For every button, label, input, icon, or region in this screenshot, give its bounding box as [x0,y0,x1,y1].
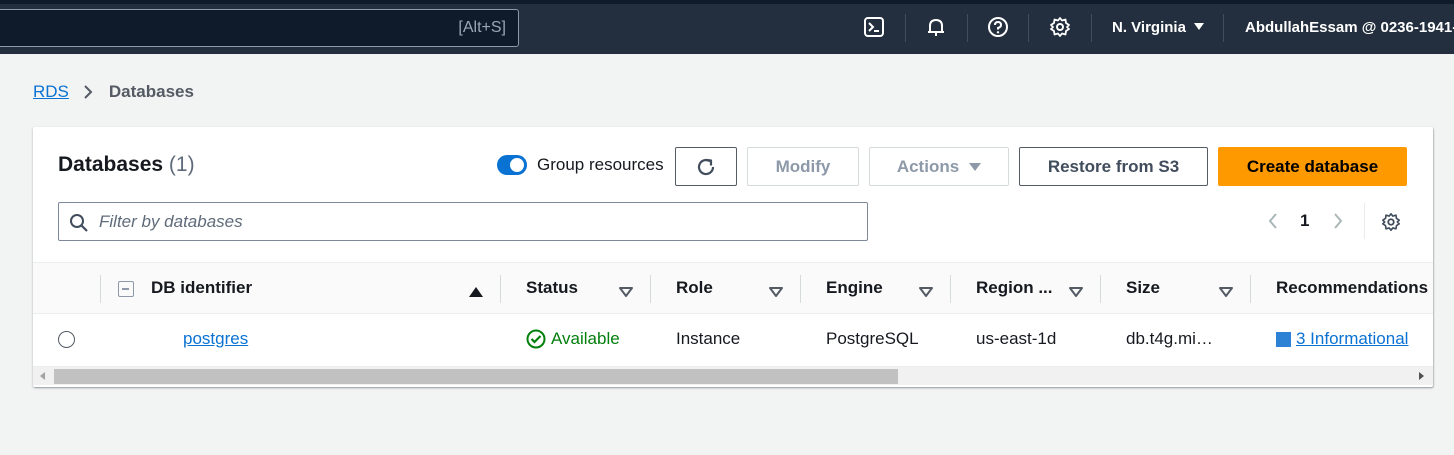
filter-placeholder: Filter by databases [99,212,243,231]
create-database-button[interactable]: Create database [1218,147,1407,186]
table-header: DB identifier Status Role Engine Region … [33,262,1433,314]
modify-button[interactable]: Modify [747,147,859,186]
actions-dropdown-button[interactable]: Actions [869,147,1009,186]
nav-divider [905,14,906,42]
chevron-right-icon[interactable] [1331,211,1345,231]
horizontal-scrollbar[interactable] [33,366,1433,385]
recommendations-link[interactable]: 3 Informational [1296,329,1408,349]
page-title: Databases (1) [58,153,195,177]
sort-caret-down-icon[interactable] [1069,284,1083,302]
restore-from-s3-button[interactable]: Restore from S3 [1019,147,1208,186]
region-label: N. Virginia [1112,19,1186,36]
column-divider[interactable] [1100,275,1101,303]
pager-divider [1364,203,1365,239]
nav-divider [1028,14,1029,42]
scroll-right-arrow-icon[interactable] [1419,372,1424,380]
column-header-region[interactable]: Region ... [976,278,1053,298]
settings-gear-icon[interactable] [1048,15,1072,39]
sort-caret-down-icon[interactable] [769,284,783,302]
select-all-checkbox[interactable] [118,281,134,297]
column-header-engine[interactable]: Engine [826,278,883,298]
refresh-icon [697,158,715,175]
global-search-input[interactable]: [Alt+S] [0,9,519,47]
scroll-left-arrow-icon[interactable] [40,372,45,380]
current-page[interactable]: 1 [1300,211,1309,231]
column-divider[interactable] [950,275,951,303]
actions-label: Actions [896,156,960,176]
recommendations-cell: 3 Informational [1276,329,1408,349]
search-icon [69,213,89,238]
column-divider[interactable] [650,275,651,303]
check-circle-icon [526,329,546,349]
toggle-switch[interactable] [497,155,527,175]
info-square-icon [1276,331,1291,347]
sort-caret-down-icon[interactable] [1219,284,1233,302]
pagination: 1 [1266,211,1345,231]
column-divider[interactable] [800,275,801,303]
engine-cell: PostgreSQL [826,329,919,348]
scrollbar-thumb[interactable] [54,369,898,384]
column-header-status[interactable]: Status [526,278,578,298]
top-navigation-bar: [Alt+S] N. Virginia AbdullahEssam @ 0236… [0,0,1454,54]
breadcrumb-current: Databases [108,82,194,101]
table-preferences-gear-icon[interactable] [1381,212,1401,237]
nav-divider [1091,14,1092,42]
db-identifier-link[interactable]: postgres [183,329,248,349]
panel-count: (1) [168,153,195,176]
breadcrumb: RDS Databases [33,82,194,102]
sort-caret-down-icon[interactable] [619,284,633,302]
sort-caret-down-icon[interactable] [919,284,933,302]
breadcrumb-rds-link[interactable]: RDS [33,82,69,102]
column-header-size[interactable]: Size [1126,278,1160,298]
sort-ascending-icon[interactable] [469,284,483,302]
column-divider[interactable] [500,275,501,303]
role-cell: Instance [676,329,741,348]
chevron-left-icon[interactable] [1266,211,1280,231]
column-divider[interactable] [1250,275,1251,303]
help-icon[interactable] [986,15,1010,39]
chevron-right-icon [83,84,95,100]
caret-down-icon [969,162,982,171]
region-selector[interactable]: N. Virginia [1112,19,1204,36]
region-cell: us-east-1d [976,329,1057,348]
column-header-db-identifier[interactable]: DB identifier [151,278,252,298]
nav-divider [967,14,968,42]
nav-divider [1223,14,1224,42]
size-cell: db.t4g.mi… [1126,329,1213,348]
column-header-recommendations[interactable]: Recommendations [1276,278,1428,298]
bell-icon[interactable] [924,15,948,39]
cloudshell-icon[interactable] [862,15,886,39]
status-text: Available [551,329,620,348]
column-divider [100,275,101,303]
group-resources-toggle[interactable]: Group resources [497,155,664,175]
column-header-role[interactable]: Role [676,278,713,298]
account-menu[interactable]: AbdullahEssam @ 0236-1941- [1245,19,1454,36]
search-shortcut-hint: [Alt+S] [458,19,506,36]
filter-databases-input[interactable]: Filter by databases [58,202,868,241]
group-resources-label: Group resources [537,155,664,174]
databases-panel: Databases (1) Group resources Modify Act… [33,127,1433,387]
table-row: postgres Available Instance PostgreSQL u… [33,314,1433,366]
refresh-button[interactable] [675,147,737,186]
status-badge: Available [526,329,620,349]
caret-down-icon [1193,23,1204,30]
row-select-radio[interactable] [58,331,75,348]
panel-title-text: Databases [58,153,164,176]
